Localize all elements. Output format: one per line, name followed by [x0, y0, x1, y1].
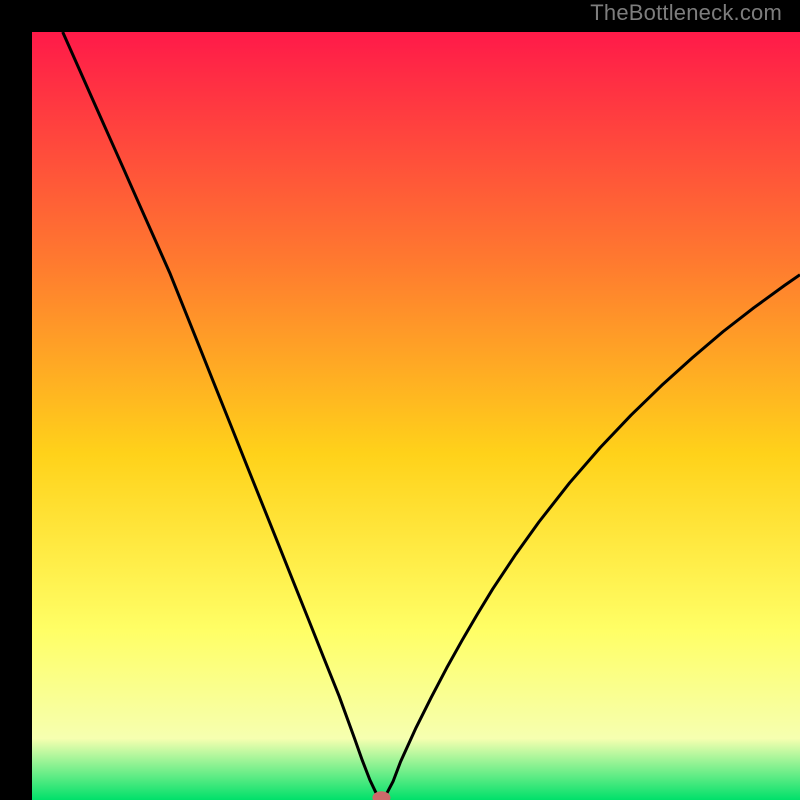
gradient-background: [32, 32, 800, 800]
bottleneck-chart: [32, 32, 800, 800]
chart-frame: [16, 16, 784, 784]
watermark-text: TheBottleneck.com: [590, 0, 782, 26]
